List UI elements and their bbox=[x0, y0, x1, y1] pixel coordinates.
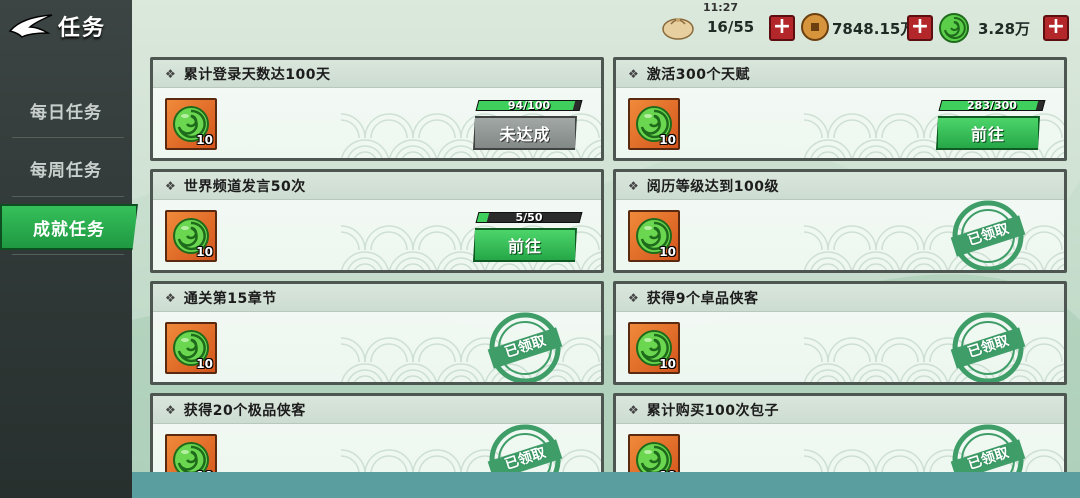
back-swallow-icon[interactable] bbox=[8, 11, 54, 41]
task-card-header: ❖ 获得9个卓品侠客 bbox=[616, 284, 1064, 312]
reward-item[interactable]: 10 bbox=[628, 210, 680, 262]
tab-daily-tasks[interactable]: 每日任务 bbox=[0, 84, 132, 136]
task-progress-bar: 94/100 bbox=[475, 99, 583, 112]
task-card-header: ❖ 通关第15章节 bbox=[153, 284, 601, 312]
reward-item[interactable]: 10 bbox=[165, 322, 217, 374]
reward-item[interactable]: 10 bbox=[165, 98, 217, 150]
claimed-stamp: 已领取 bbox=[950, 198, 1026, 270]
task-card-header: ❖ 激活300个天赋 bbox=[616, 60, 1064, 88]
add-bun-button[interactable]: + bbox=[769, 15, 795, 41]
task-card-header: ❖ 获得20个极品侠客 bbox=[153, 396, 601, 424]
task-card: ❖ 获得9个卓品侠客 10 已领取 bbox=[613, 281, 1067, 385]
task-card: ❖ 累计登录天数达100天 10 94/100 未达成 bbox=[150, 57, 604, 161]
reward-count: 10 bbox=[659, 133, 676, 147]
page-header: 任务 bbox=[8, 6, 138, 46]
reward-item[interactable]: 10 bbox=[628, 322, 680, 374]
jade-icon bbox=[939, 13, 969, 43]
reward-item[interactable]: 10 bbox=[628, 98, 680, 150]
diamond-bullet-icon: ❖ bbox=[628, 178, 639, 193]
claimed-stamp: 已领取 bbox=[487, 310, 563, 382]
page-title: 任务 bbox=[58, 15, 107, 41]
clock: 11:27 bbox=[703, 1, 739, 14]
task-title: 累计登录天数达100天 bbox=[183, 66, 331, 83]
reward-count: 10 bbox=[196, 357, 213, 371]
incomplete-button[interactable]: 未达成 bbox=[473, 116, 577, 150]
task-progress-text: 94/100 bbox=[507, 99, 551, 112]
tab-divider bbox=[12, 137, 124, 138]
diamond-bullet-icon: ❖ bbox=[628, 66, 639, 81]
claimed-stamp: 已领取 bbox=[950, 310, 1026, 382]
task-card-header: ❖ 累计购买100次包子 bbox=[616, 396, 1064, 424]
copper-coin-icon bbox=[801, 13, 829, 41]
bottom-strip bbox=[132, 472, 1080, 498]
task-progress-text: 5/50 bbox=[515, 211, 543, 224]
diamond-bullet-icon: ❖ bbox=[165, 402, 176, 417]
diamond-bullet-icon: ❖ bbox=[165, 178, 176, 193]
task-card: ❖ 阅历等级达到100级 10 已领取 bbox=[613, 169, 1067, 273]
task-card: ❖ 世界频道发言50次 10 5/50 前往 bbox=[150, 169, 604, 273]
task-card-header: ❖ 阅历等级达到100级 bbox=[616, 172, 1064, 200]
reward-count: 10 bbox=[196, 245, 213, 259]
reward-count: 10 bbox=[659, 245, 676, 259]
go-button[interactable]: 前往 bbox=[473, 228, 577, 262]
task-title: 世界频道发言50次 bbox=[183, 178, 306, 195]
add-coin-button[interactable]: + bbox=[907, 15, 933, 41]
task-progress-text: 283/300 bbox=[967, 99, 1017, 112]
tab-divider bbox=[12, 254, 124, 255]
task-card: ❖ 激活300个天赋 10 283/300 前往 bbox=[613, 57, 1067, 161]
tab-weekly-tasks[interactable]: 每周任务 bbox=[0, 142, 132, 194]
reward-count: 10 bbox=[196, 133, 213, 147]
diamond-bullet-icon: ❖ bbox=[628, 402, 639, 417]
add-jade-button[interactable]: + bbox=[1043, 15, 1069, 41]
task-card-header: ❖ 世界频道发言50次 bbox=[153, 172, 601, 200]
go-button[interactable]: 前往 bbox=[936, 116, 1040, 150]
diamond-bullet-icon: ❖ bbox=[165, 290, 176, 305]
task-title: 阅历等级达到100级 bbox=[646, 178, 779, 195]
task-card: ❖ 通关第15章节 10 已领取 bbox=[150, 281, 604, 385]
task-progress-bar: 283/300 bbox=[938, 99, 1046, 112]
task-card-header: ❖ 累计登录天数达100天 bbox=[153, 60, 601, 88]
bun-count: 16/55 bbox=[707, 18, 755, 36]
task-title: 通关第15章节 bbox=[183, 290, 277, 307]
bun-icon bbox=[662, 18, 694, 40]
reward-item[interactable]: 10 bbox=[165, 210, 217, 262]
reward-count: 10 bbox=[659, 357, 676, 371]
tab-achievement-tasks[interactable]: 成就任务 bbox=[0, 204, 138, 250]
jade-count: 3.28万 bbox=[978, 20, 1031, 38]
sidebar: 任务 每日任务 每周任务 成就任务 bbox=[0, 0, 138, 498]
task-title: 获得20个极品侠客 bbox=[183, 402, 306, 419]
diamond-bullet-icon: ❖ bbox=[628, 290, 639, 305]
task-title: 激活300个天赋 bbox=[646, 66, 750, 83]
task-progress-bar: 5/50 bbox=[475, 211, 583, 224]
diamond-bullet-icon: ❖ bbox=[165, 66, 176, 81]
task-title: 获得9个卓品侠客 bbox=[646, 290, 759, 307]
task-title: 累计购买100次包子 bbox=[646, 402, 779, 419]
tab-divider bbox=[12, 196, 124, 197]
coin-count: 7848.15万 bbox=[832, 20, 916, 38]
